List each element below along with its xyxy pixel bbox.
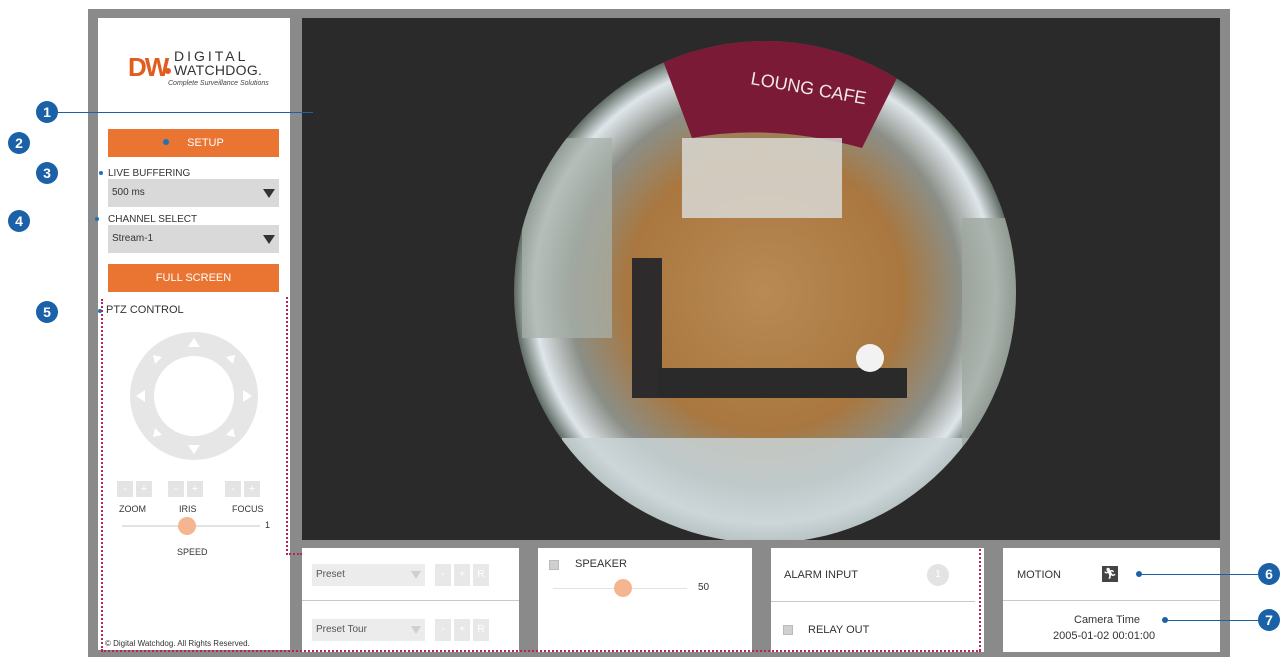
chevron-down-icon xyxy=(263,235,275,244)
alarm-input-label: ALARM INPUT xyxy=(784,569,858,581)
callout-7-leader xyxy=(1166,620,1258,621)
ptz-region-outline xyxy=(286,553,302,555)
alarm-input-1-indicator[interactable]: 1 xyxy=(927,564,949,586)
iris-label: IRIS xyxy=(179,504,197,514)
channel-select-marker-icon xyxy=(95,217,99,221)
chevron-down-icon xyxy=(411,626,421,634)
logo-name-line2: WATCHDOG. xyxy=(174,62,263,78)
preset-tour-run-button[interactable]: R xyxy=(473,619,489,641)
preset-run-button[interactable]: R xyxy=(473,564,489,586)
zoom-in-button[interactable]: + xyxy=(136,481,152,497)
preset-tour-plus-button[interactable]: + xyxy=(454,619,470,641)
motion-running-icon: 🏃︎ xyxy=(1102,566,1118,582)
setup-button[interactable]: SETUP xyxy=(108,129,279,157)
focus-near-button[interactable]: - xyxy=(225,481,241,497)
alarm-panel xyxy=(771,548,984,652)
logo-tagline: Complete Surveillance Solutions xyxy=(168,80,269,87)
camera-time-label: Camera Time xyxy=(1074,614,1141,626)
iris-open-button[interactable]: + xyxy=(187,481,203,497)
live-buffering-marker-icon xyxy=(99,171,103,175)
setup-button-label: SETUP xyxy=(187,137,224,149)
speed-slider-handle[interactable] xyxy=(178,517,196,535)
speaker-volume-value: 50 xyxy=(698,582,710,593)
relay-out-label: RELAY OUT xyxy=(808,624,870,636)
preset-plus-button[interactable]: + xyxy=(454,564,470,586)
preset-select-value: Preset xyxy=(316,569,345,580)
chevron-down-icon xyxy=(411,571,421,579)
fullscreen-button-label: FULL SCREEN xyxy=(155,272,232,284)
callout-3-badge: 3 xyxy=(36,162,58,184)
motion-label: MOTION xyxy=(1017,569,1061,581)
ptz-joystick[interactable] xyxy=(128,330,260,462)
preset-minus-button[interactable]: - xyxy=(435,564,451,586)
live-buffering-select[interactable]: 500 ms xyxy=(108,179,279,207)
preset-select[interactable]: Preset xyxy=(312,564,425,586)
callout-1-leader xyxy=(58,112,313,113)
focus-label: FOCUS xyxy=(232,504,264,514)
callout-6-leader xyxy=(1140,574,1258,575)
camera-time-value: 2005-01-02 00:01:00 xyxy=(1053,630,1156,642)
fisheye-image: LOUNG CAFE xyxy=(514,41,1016,543)
speaker-volume-handle[interactable] xyxy=(614,579,632,597)
ptz-region-outline xyxy=(101,299,103,651)
preset-tour-minus-button[interactable]: - xyxy=(435,619,451,641)
channel-select-value: Stream-1 xyxy=(112,233,154,244)
chevron-down-icon xyxy=(263,189,275,198)
divider xyxy=(771,601,975,602)
callout-6-badge: 6 xyxy=(1258,563,1280,585)
setup-bullet-icon xyxy=(163,139,170,146)
logo-dot-icon xyxy=(165,68,171,74)
callout-4-badge: 4 xyxy=(8,210,30,232)
brand-logo: DW DIGITAL WATCHDOG. Complete Surveillan… xyxy=(128,48,269,96)
speaker-checkbox[interactable] xyxy=(549,560,559,570)
preset-tour-select[interactable]: Preset Tour xyxy=(312,619,425,641)
channel-select-label: CHANNEL SELECT xyxy=(108,214,198,225)
live-buffering-label: LIVE BUFFERING xyxy=(108,168,191,179)
live-video-view[interactable]: LOUNG CAFE xyxy=(302,18,1220,543)
speed-value: 1 xyxy=(265,520,271,530)
ptz-region-outline xyxy=(979,549,981,651)
ptz-region-outline xyxy=(286,297,288,555)
ptz-region-outline xyxy=(101,650,981,652)
preset-tour-select-value: Preset Tour xyxy=(316,624,367,635)
relay-out-checkbox[interactable] xyxy=(783,625,793,635)
live-buffering-value: 500 ms xyxy=(112,187,145,198)
channel-select[interactable]: Stream-1 xyxy=(108,225,279,253)
divider xyxy=(1003,600,1220,601)
callout-7-badge: 7 xyxy=(1258,609,1280,631)
callout-2-badge: 2 xyxy=(8,132,30,154)
speaker-label: SPEAKER xyxy=(575,558,627,570)
iris-close-button[interactable]: - xyxy=(168,481,184,497)
zoom-out-button[interactable]: - xyxy=(117,481,133,497)
fullscreen-button[interactable]: FULL SCREEN xyxy=(108,264,279,292)
zoom-label: ZOOM xyxy=(119,504,146,514)
copyright-text: © Digital Watchdog. All Rights Reserved. xyxy=(105,639,250,648)
speed-label: SPEED xyxy=(177,547,208,557)
speaker-panel xyxy=(538,548,752,652)
ptz-control-title: PTZ CONTROL xyxy=(106,304,184,316)
callout-5-badge: 5 xyxy=(36,301,58,323)
logo-mark: DW xyxy=(128,52,169,82)
divider xyxy=(302,600,519,601)
callout-1-badge: 1 xyxy=(36,101,58,123)
focus-far-button[interactable]: + xyxy=(244,481,260,497)
